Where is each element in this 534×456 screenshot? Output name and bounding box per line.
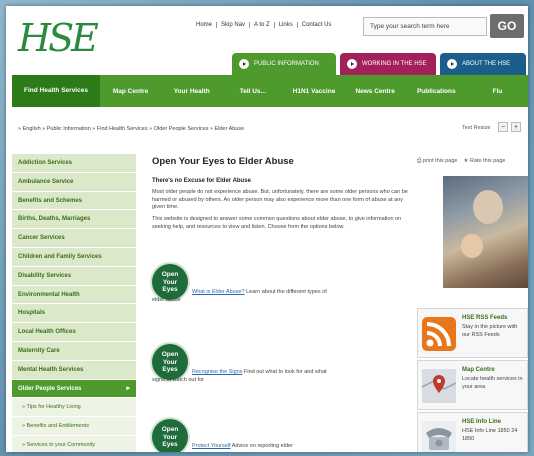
sidebar-subitem-benefits[interactable]: » Benefits and Entitlements [12,417,136,437]
sidebar-item-cancer[interactable]: Cancer Services [12,229,136,248]
search-input[interactable]: Type your search term here [363,17,487,36]
play-icon [347,59,357,69]
sidebar-item-mental-health[interactable]: Mental Health Services [12,360,136,380]
tab-about-hse[interactable]: ABOUT THE HSE [440,53,526,75]
text-smaller-button[interactable]: − [498,122,508,132]
sidebar-item-local-offices[interactable]: Local Health Offices [12,323,136,342]
sidebar-item-addiction[interactable]: Addiction Services [12,154,136,173]
info-line-card[interactable]: HSE Info Line HSE Info Line 1850 24 1850 [417,412,528,452]
webpage: HSE Home Skip Nav A to Z Links Contact U… [6,6,528,452]
elderly-woman-child-photo [443,176,528,288]
play-icon [447,59,457,69]
nav-h1n1-vaccine[interactable]: H1N1 Vaccine [283,88,344,95]
top-links: Home Skip Nav A to Z Links Contact Us [192,22,335,28]
rss-icon [422,317,456,351]
search-go-button[interactable]: GO [490,14,524,38]
main-nav: Find Health Services Map Centre Your Hea… [12,75,528,107]
telephone-icon [422,421,456,452]
page-subtitle: There's no Excuse for Elder Abuse [152,178,251,184]
print-page-link[interactable]: ⎙ print this page [417,158,458,165]
nav-tell-us[interactable]: Tell Us... [222,88,283,95]
top-link-contact[interactable]: Contact Us [298,22,336,28]
entry-recognise-signs: Recognise the Signs Find out what to loo… [152,369,327,383]
text-larger-button[interactable]: + [511,122,521,132]
sidebar-item-environmental[interactable]: Environmental Health [12,285,136,305]
sidebar-item-hospitals[interactable]: Hospitals [12,304,136,324]
sidebar-item-disability[interactable]: Disability Services [12,266,136,286]
rate-page-link[interactable]: ★ Rate this page [464,158,506,165]
nav-find-health-services[interactable]: Find Health Services [12,75,100,107]
map-pin-icon [422,369,456,403]
sidebar-item-maternity[interactable]: Maternity Care [12,341,136,361]
link-protect-yourself[interactable]: Protect Yourself [192,443,231,449]
sidebar-item-births[interactable]: Births, Deaths, Marriages [12,210,136,230]
link-recognise-signs[interactable]: Recognise the Signs [192,369,242,375]
sidebar-subitem-tips[interactable]: » Tips for Healthy Living [12,398,136,418]
sidebar-item-ambulance[interactable]: Ambulance Service [12,172,136,192]
nav-flu[interactable]: Flu [467,88,528,95]
sidebar-subitem-community[interactable]: » Services in your Community [12,436,136,452]
entry-protect-yourself: Protect Yourself Advice on reporting eld… [192,443,293,449]
entry-elder-abuse: What is Elder Abuse? Learn about the dif… [152,289,327,303]
nav-map-centre[interactable]: Map Centre [100,88,161,95]
hse-logo[interactable]: HSE [18,16,99,60]
intro-paragraph-2: This website is designed to answer some … [152,216,402,230]
sidebar-item-benefits[interactable]: Benefits and Schemes [12,191,136,211]
top-link-a-to-z[interactable]: A to Z [250,22,275,28]
star-icon: ★ [463,158,469,164]
nav-your-health[interactable]: Your Health [161,88,222,95]
page-title: Open Your Eyes to Elder Abuse [152,156,294,167]
sidebar-item-older-people[interactable]: Older People Services [12,379,136,399]
tab-working-in-hse[interactable]: WORKING IN THE HSE [340,53,436,75]
link-what-is-elder-abuse[interactable]: What is Elder Abuse? [192,289,245,295]
top-link-links[interactable]: Links [275,22,298,28]
rss-feeds-card[interactable]: HSE RSS Feeds Stay in the picture with o… [417,308,528,358]
sidebar-item-children[interactable]: Children and Family Services [12,247,136,267]
intro-paragraph: Most older people do not experience abus… [152,189,408,210]
play-icon [239,59,249,69]
breadcrumb: » English » Public Information » Find He… [18,126,245,132]
nav-news-centre[interactable]: News Centre [345,88,406,95]
top-link-skip-nav[interactable]: Skip Nav [217,22,251,28]
sidebar: Addiction Services Ambulance Service Ben… [12,154,136,452]
top-link-home[interactable]: Home [192,22,218,28]
nav-publications[interactable]: Publications [406,88,467,95]
tab-public-information[interactable]: PUBLIC INFORMATION [232,53,336,75]
map-centre-card[interactable]: Map Centre Locate health services in you… [417,360,528,410]
page-tools: ⎙ print this page ★ Rate this page [417,158,505,165]
text-resize-label: Text Resize [462,125,491,131]
